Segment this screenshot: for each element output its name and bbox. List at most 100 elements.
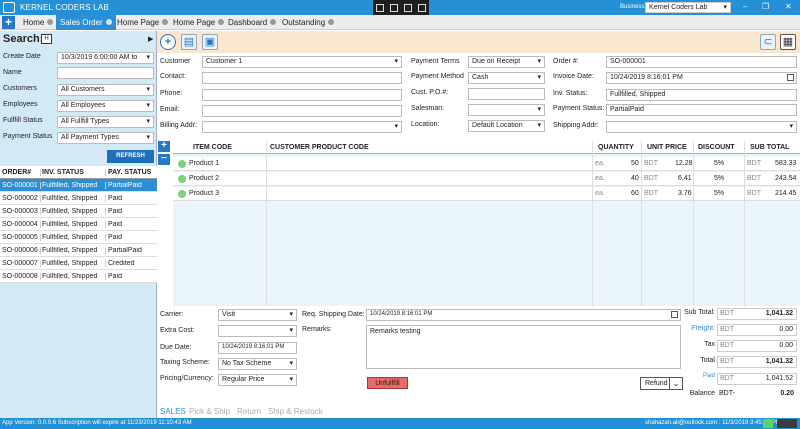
tab-home[interactable]: Home: [19, 15, 57, 30]
minimize-icon[interactable]: –: [743, 2, 747, 11]
print-icon[interactable]: ▦: [780, 34, 796, 50]
po-label: Cust. P.O.#:: [411, 89, 449, 96]
order-no: SO-000008: [2, 272, 38, 280]
req-shipping-label: Req. Shipping Date:: [302, 311, 365, 318]
extra-cost-select[interactable]: [218, 325, 297, 337]
maximize-icon[interactable]: ❐: [762, 2, 769, 11]
salesman-select[interactable]: [468, 104, 545, 116]
pricing-select[interactable]: Regular Price: [218, 374, 297, 386]
taxing-scheme-select[interactable]: No Tax Scheme: [218, 358, 297, 370]
invoice-date-value: 10/24/2019 8:16:01 PM: [610, 74, 683, 81]
price-currency: BDT: [644, 190, 658, 197]
close-tab-icon[interactable]: [270, 19, 277, 25]
sub-total: 243.54: [775, 175, 797, 182]
invoice-date-input[interactable]: 10/24/2019 8:16:01 PM: [606, 72, 797, 84]
close-tab-icon[interactable]: [47, 19, 54, 25]
col-discount[interactable]: DISCOUNT: [698, 144, 735, 151]
freight-box[interactable]: BDT 0.00: [717, 324, 797, 336]
status-dot-icon: [178, 160, 186, 168]
line-item-row[interactable]: Product 3 ea. 60 BDT 3.76 5% BDT 214.45: [173, 187, 800, 201]
tab-sales[interactable]: SALES: [160, 407, 186, 416]
business-select[interactable]: Kernel Coders Lab: [645, 2, 731, 13]
add-order-icon[interactable]: +: [160, 34, 176, 50]
shipping-address-select[interactable]: [606, 121, 797, 133]
collapse-arrow-icon[interactable]: ▶: [148, 35, 153, 43]
order-row[interactable]: SO-000002 Fullfilled, Shipped Paid: [0, 192, 157, 205]
tool-icon-2[interactable]: [390, 3, 398, 12]
pay-status: PartialPaid: [105, 246, 157, 254]
extra-cost-label: Extra Cost:: [160, 327, 195, 334]
customers-select[interactable]: All Customers: [57, 84, 154, 96]
name-input[interactable]: [57, 67, 154, 79]
discount: 5%: [714, 190, 725, 197]
col-order[interactable]: ORDER#: [0, 169, 40, 176]
tool-icon-4[interactable]: [418, 3, 426, 12]
paid-link[interactable]: Paid: [675, 373, 715, 379]
create-date-field[interactable]: 10/3/2019 6:00:00 AM to: [57, 52, 154, 64]
remove-line-button[interactable]: −: [158, 154, 170, 165]
tab-home-page-2[interactable]: Home Page: [169, 15, 228, 30]
contact-input[interactable]: [202, 72, 402, 84]
document-icon[interactable]: ▤: [181, 34, 197, 50]
close-tab-icon[interactable]: [328, 19, 335, 25]
unfulfill-button[interactable]: Unfullfill: [367, 377, 408, 389]
tool-icon-3[interactable]: [404, 3, 412, 12]
col-item-code[interactable]: ITEM CODE: [193, 144, 232, 151]
order-no-input[interactable]: SO-000001: [606, 56, 797, 68]
add-line-button[interactable]: +: [158, 141, 170, 152]
tab-home-page[interactable]: Home Page: [113, 15, 172, 30]
col-unit-price[interactable]: UNIT PRICE: [647, 144, 687, 151]
close-tab-icon[interactable]: [105, 19, 112, 25]
due-date-input[interactable]: 10/24/2019 8:16:01 PM: [218, 342, 297, 354]
customer-select[interactable]: Customer 1: [202, 56, 402, 68]
fulfill-status-select[interactable]: All Fullfill Types: [57, 116, 154, 128]
phone-input[interactable]: [202, 89, 402, 101]
order-list: ORDER# INV. STATUS PAY. STATUS SO-000001…: [0, 166, 157, 283]
freight-link[interactable]: Freight:: [675, 325, 715, 332]
po-input[interactable]: [468, 88, 545, 100]
tab-dashboard[interactable]: Dashboard: [224, 15, 280, 30]
attachment-icon[interactable]: ⊂: [760, 34, 776, 50]
tool-icon-1[interactable]: [376, 3, 384, 12]
employees-select[interactable]: All Employees: [57, 100, 154, 112]
order-row[interactable]: SO-000007 Fullfilled, Shipped Credited: [0, 257, 157, 270]
payment-method-select[interactable]: Cash: [468, 72, 545, 84]
col-pay-status[interactable]: PAY. STATUS: [105, 168, 157, 176]
line-item-row[interactable]: Product 1 ea. 50 BDT 12.28 5% BDT 583.33: [173, 157, 800, 171]
pay-status: Paid: [105, 272, 157, 280]
order-row[interactable]: SO-000001 Fullfilled, Shipped PartialPaid: [0, 179, 157, 192]
refresh-button[interactable]: REFRESH: [107, 150, 154, 163]
tab-pick-ship[interactable]: Pick & Ship: [189, 407, 230, 416]
payment-status-select[interactable]: All Payment Types: [57, 132, 154, 144]
status-dot-icon: [178, 175, 186, 183]
close-icon[interactable]: ✕: [785, 2, 792, 11]
tab-outstanding[interactable]: Outstanding: [278, 15, 338, 30]
calendar-icon[interactable]: [787, 74, 794, 81]
col-sub-total[interactable]: SUB TOTAL: [750, 144, 789, 151]
order-row[interactable]: SO-000008 Fullfilled, Shipped Paid: [0, 270, 157, 283]
save-icon[interactable]: ▣: [202, 34, 218, 50]
order-row[interactable]: SO-000006 Fullfilled, Shipped PartialPaid: [0, 244, 157, 257]
location-select[interactable]: Default Location: [468, 120, 545, 132]
req-shipping-input[interactable]: 10/24/2019 8:16:01 PM: [366, 309, 681, 321]
line-item-row[interactable]: Product 2 ea. 40 BDT 6.41 5% BDT 243.54: [173, 172, 800, 186]
col-quantity[interactable]: QUANTITY: [598, 144, 634, 151]
customer-label: Customer: [160, 58, 191, 65]
payment-terms-select[interactable]: Due on Receipt: [468, 56, 545, 68]
tab-ship-restock[interactable]: Ship & Restock: [268, 407, 323, 416]
new-tab-button[interactable]: +: [2, 16, 15, 29]
inv-status: Fullfilled, Shipped: [40, 194, 105, 202]
email-input[interactable]: [202, 105, 402, 117]
billing-address-select[interactable]: [202, 121, 402, 133]
close-tab-icon[interactable]: [162, 19, 169, 25]
remarks-textarea[interactable]: Remarks testing: [366, 325, 681, 369]
col-inv-status[interactable]: INV. STATUS: [40, 168, 105, 176]
search-options-icon[interactable]: H: [41, 34, 52, 44]
col-customer-product-code[interactable]: CUSTOMER PRODUCT CODE: [270, 144, 369, 151]
order-row[interactable]: SO-000003 Fullfilled, Shipped Paid: [0, 205, 157, 218]
carrier-select[interactable]: Visit: [218, 309, 297, 321]
order-row[interactable]: SO-000005 Fullfilled, Shipped Paid: [0, 231, 157, 244]
order-row[interactable]: SO-000004 Fullfilled, Shipped Paid: [0, 218, 157, 231]
tab-sales-order[interactable]: Sales Order: [56, 15, 116, 30]
tab-return[interactable]: Return: [237, 407, 261, 416]
